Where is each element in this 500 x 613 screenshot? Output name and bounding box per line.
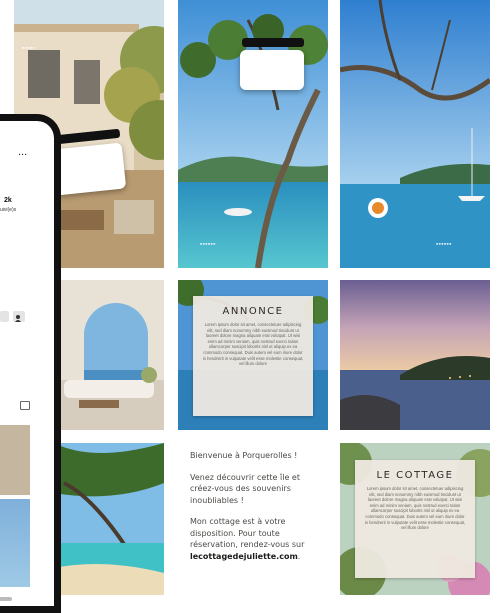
photo-tag: ■■■■■ [22, 46, 36, 50]
story-question-sticker [242, 38, 304, 47]
add-friend-button[interactable] [13, 311, 25, 322]
cottage-card: LE COTTAGE Lorem ipsum dolor sit amet, c… [355, 460, 475, 578]
sunset-bay-tile [340, 280, 490, 430]
cove-story-tile: ■■■■■■ [178, 0, 328, 268]
grid-thumb-sea[interactable] [0, 499, 30, 587]
booking-text: Mon cottage est à votre disposition. Pou… [190, 517, 305, 549]
grid-thumb-bedroom[interactable] [0, 425, 30, 495]
photo-tag: ■■■■■■ [200, 242, 216, 246]
followers-count: 2k [4, 197, 12, 204]
sailboat-tile: ■■■■■■ [340, 0, 490, 268]
phone-mockup: ... 2k uivi(e)s [0, 114, 61, 613]
annonce-body: Lorem ipsum dolor sit amet, consectetuer… [202, 322, 304, 367]
home-indicator [0, 597, 12, 601]
booking-line: Mon cottage est à votre disposition. Pou… [190, 516, 318, 562]
profile-action-button[interactable] [0, 311, 9, 322]
story-poll-sticker[interactable] [51, 142, 127, 196]
cottage-title: LE COTTAGE [376, 470, 454, 481]
welcome-line: Bienvenue à Porquerolles ! [190, 451, 298, 460]
annonce-card: ANNONCE Lorem ipsum dolor sit amet, cons… [193, 296, 313, 416]
add-user-icon [15, 315, 21, 322]
more-options-icon[interactable]: ... [18, 147, 27, 158]
cottage-body: Lorem ipsum dolor sit amet, consectetuer… [364, 486, 466, 531]
tagged-tab-icon[interactable] [20, 401, 30, 410]
website-link[interactable]: lecottagedejuliette.com [190, 552, 298, 561]
annonce-title: ANNONCE [222, 306, 284, 317]
booking-suffix: . [297, 551, 301, 561]
welcome-text: Bienvenue à Porquerolles ! Venez découvr… [190, 450, 318, 572]
interior-arch-tile [54, 280, 164, 430]
story-poll-sticker[interactable] [240, 50, 304, 90]
discover-line: Venez découvrir cette île et créez-vous … [190, 472, 300, 505]
followers-label: uivi(e)s [0, 207, 17, 213]
beach-pine-tile [54, 443, 164, 595]
photo-tag: ■■■■■■ [436, 242, 452, 246]
